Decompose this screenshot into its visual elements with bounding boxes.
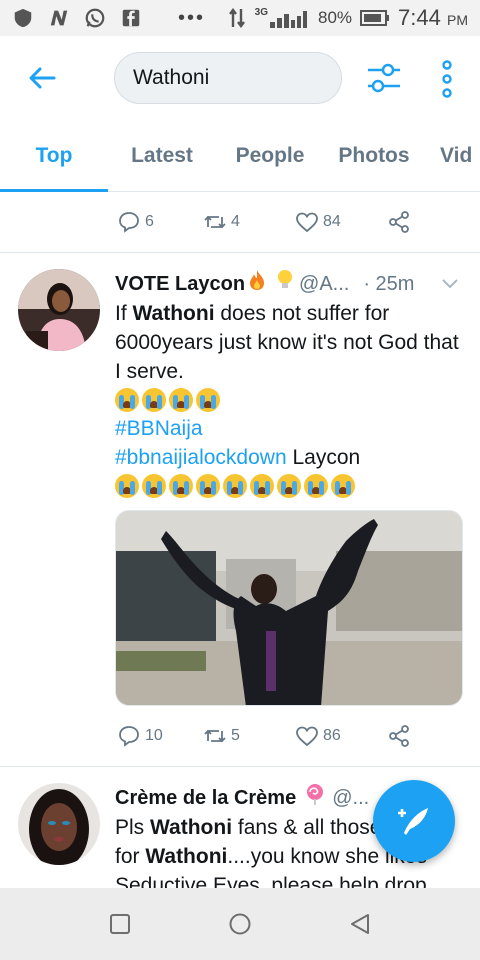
compose-feather-icon: [398, 808, 428, 835]
back-triangle-icon[interactable]: [348, 912, 372, 936]
reply-button[interactable]: 10: [117, 724, 203, 748]
retweet-button[interactable]: 4: [203, 210, 295, 234]
crying-face-icon: [277, 474, 301, 498]
network-type: 3G: [254, 6, 269, 18]
reply-count: 6: [145, 213, 154, 230]
prev-tweet-actions: 6 4 84: [0, 192, 480, 252]
clock: 7:44 PM: [398, 5, 468, 30]
tab-photos[interactable]: Photos: [324, 120, 424, 192]
avatar[interactable]: [18, 783, 100, 865]
recent-apps-icon[interactable]: [108, 912, 132, 936]
tweet[interactable]: VOTE Laycon @A... · 25m If Wathoni does …: [0, 253, 480, 766]
crying-emoji-row: [115, 386, 463, 414]
like-count: 84: [323, 213, 341, 230]
signal-icon: [270, 11, 308, 28]
reply-button[interactable]: 6: [117, 210, 203, 234]
reply-icon: [119, 212, 139, 233]
author-handle[interactable]: @...: [332, 784, 369, 812]
chevron-down-icon[interactable]: [441, 275, 459, 293]
home-icon[interactable]: [228, 912, 252, 936]
tab-latest[interactable]: Latest: [108, 120, 216, 192]
more-vertical-icon[interactable]: [436, 60, 458, 98]
tab-top[interactable]: Top: [0, 120, 108, 192]
whatsapp-icon: [85, 8, 105, 28]
tweet-time: · 25m: [363, 273, 415, 295]
n-app-icon: [50, 10, 68, 26]
crying-face-icon: [196, 474, 220, 498]
search-query-text: Wathoni: [133, 66, 210, 89]
retweet-count: 4: [231, 213, 240, 230]
heart-icon: [296, 212, 318, 233]
share-icon: [389, 211, 409, 233]
crying-face-icon: [142, 474, 166, 498]
crying-face-icon: [169, 388, 193, 412]
crying-face-icon: [304, 474, 328, 498]
facebook-icon: [122, 9, 140, 27]
compose-tweet-button[interactable]: [373, 780, 455, 862]
crying-face-icon: [142, 388, 166, 412]
author-name[interactable]: Crème de la Crème: [115, 784, 296, 812]
back-arrow-icon[interactable]: [26, 62, 58, 94]
retweet-icon: [204, 729, 226, 743]
battery-icon: [360, 10, 390, 26]
crying-face-icon: [115, 474, 139, 498]
status-bar: ••• 3G 80% 7:44 PM: [0, 0, 480, 36]
crying-face-icon: [169, 474, 193, 498]
hashtag-link[interactable]: #BBNaija: [115, 417, 203, 440]
tweet-actions: 10 5 86: [117, 706, 463, 766]
filter-sliders-icon[interactable]: [366, 60, 402, 96]
like-button[interactable]: 84: [295, 210, 387, 234]
crying-face-icon: [196, 388, 220, 412]
system-navigation-bar: [0, 888, 480, 960]
retweet-icon: [204, 215, 226, 229]
tab-people[interactable]: People: [216, 120, 324, 192]
tweet-media-image[interactable]: [115, 510, 463, 706]
like-button[interactable]: 86: [295, 724, 387, 748]
share-button[interactable]: [387, 210, 411, 234]
shield-icon: [14, 8, 32, 28]
app-header: Wathoni: [0, 36, 480, 120]
crying-face-icon: [115, 388, 139, 412]
crying-face-icon: [331, 474, 355, 498]
fire-icon: [247, 269, 267, 299]
search-tabs: Top Latest People Photos Vid: [0, 120, 480, 192]
retweet-count: 5: [231, 727, 240, 744]
heart-icon: [296, 726, 318, 747]
tab-videos[interactable]: Vid: [424, 120, 480, 192]
tweet-text: If Wathoni does not suffer for 6000years…: [115, 302, 459, 383]
hashtag-link[interactable]: #bbnaijialockdown: [115, 446, 287, 469]
crying-face-icon: [223, 474, 247, 498]
avatar[interactable]: [18, 269, 100, 351]
crying-emoji-row: [115, 472, 463, 500]
author-handle[interactable]: @A...: [299, 270, 349, 298]
reply-count: 10: [145, 727, 163, 744]
search-input[interactable]: Wathoni: [114, 52, 342, 104]
retweet-button[interactable]: 5: [203, 724, 295, 748]
like-count: 86: [323, 727, 341, 744]
crying-face-icon: [250, 474, 274, 498]
lollipop-icon: [304, 783, 326, 813]
share-button[interactable]: [387, 724, 411, 748]
tweet-text-tail: Laycon: [286, 446, 361, 469]
battery-percent: 80%: [318, 8, 353, 27]
share-icon: [389, 725, 409, 747]
more-notifications-icon: •••: [178, 6, 206, 29]
lightbulb-icon: [277, 269, 293, 299]
reply-icon: [119, 726, 139, 747]
author-name[interactable]: VOTE Laycon: [115, 270, 245, 298]
data-transfer-icon: [228, 8, 245, 28]
